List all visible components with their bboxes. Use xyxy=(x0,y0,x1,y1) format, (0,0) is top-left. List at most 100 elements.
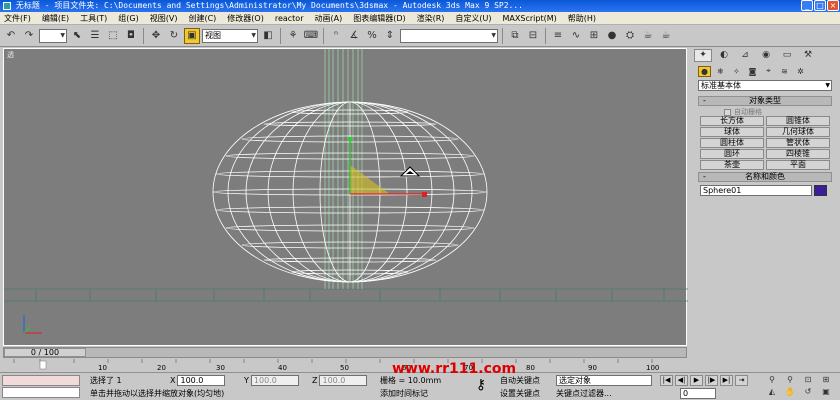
selection-set-dropdown[interactable]: 选定对象 xyxy=(556,375,652,386)
torus-button[interactable]: 圆环 xyxy=(700,149,764,159)
menu-create[interactable]: 创建(C) xyxy=(188,13,216,24)
tube-button[interactable]: 管状体 xyxy=(766,138,830,148)
select-manipulate-icon[interactable]: ⚘ xyxy=(285,28,301,44)
maximize-button[interactable]: □ xyxy=(814,0,826,11)
set-key-button[interactable]: 设置关键点 xyxy=(500,388,540,399)
cameras-icon[interactable]: ◙ xyxy=(746,66,759,77)
rotate-icon[interactable]: ↻ xyxy=(166,28,182,44)
maxscript-listener-top[interactable] xyxy=(2,375,80,386)
zoom-all-icon[interactable]: ⚲ xyxy=(782,375,798,386)
z-field[interactable]: 100.0 xyxy=(319,375,368,386)
mirror-icon[interactable]: ⧉ xyxy=(507,28,523,44)
layer-manager-icon[interactable]: ≡ xyxy=(550,28,566,44)
minimize-button[interactable]: _ xyxy=(801,0,813,11)
go-to-start-icon[interactable]: |◀ xyxy=(660,375,673,386)
quick-render-icon[interactable]: ☕ xyxy=(640,28,656,44)
zoom-extents-all-icon[interactable]: ⊞ xyxy=(818,375,834,386)
menu-tools[interactable]: 工具(T) xyxy=(80,13,107,24)
space-warps-icon[interactable]: ≋ xyxy=(778,66,791,77)
go-to-end-icon[interactable]: ▶| xyxy=(720,375,733,386)
zoom-extents-icon[interactable]: ⊡ xyxy=(800,375,816,386)
time-slider-thumb[interactable]: 0 / 100 xyxy=(4,348,86,357)
current-frame-field[interactable]: 0 xyxy=(680,388,716,399)
menu-edit[interactable]: 编辑(E) xyxy=(42,13,69,24)
modify-tab-icon[interactable]: ◐ xyxy=(715,49,733,62)
move-icon[interactable]: ✥ xyxy=(148,28,164,44)
create-tab-icon[interactable]: ✦ xyxy=(694,48,712,62)
scale-icon[interactable]: ▣ xyxy=(184,27,200,44)
redo-icon[interactable]: ↷ xyxy=(21,28,37,44)
object-color-swatch[interactable] xyxy=(814,185,827,196)
menu-modifiers[interactable]: 修改器(O) xyxy=(227,13,264,24)
hierarchy-tab-icon[interactable]: ⊿ xyxy=(736,49,754,62)
select-by-name-icon[interactable]: ☰ xyxy=(87,28,103,44)
menu-reactor[interactable]: reactor xyxy=(275,14,304,23)
x-field[interactable]: 100.0 xyxy=(177,375,226,386)
spinner-snap-icon[interactable]: ⇕ xyxy=(382,28,398,44)
select-object-icon[interactable]: ⬉ xyxy=(69,28,85,44)
viewport-label[interactable]: 透 xyxy=(7,50,14,60)
scale-gizmo[interactable] xyxy=(348,137,427,197)
track-bar[interactable]: 10 20 30 40 50 60 70 80 90 100 xyxy=(0,359,688,372)
perspective-viewport[interactable]: 透 xyxy=(3,48,688,346)
keyboard-shortcut-icon[interactable]: ⌨ xyxy=(303,28,319,44)
teapot-button[interactable]: 茶壶 xyxy=(700,160,764,170)
cone-button[interactable]: 圆锥体 xyxy=(766,116,830,126)
reference-coordinate-dropdown[interactable]: 视图 xyxy=(202,28,258,43)
menu-animation[interactable]: 动画(A) xyxy=(314,13,342,24)
selection-filter-dropdown[interactable] xyxy=(39,28,67,43)
material-editor-icon[interactable]: ● xyxy=(604,28,620,44)
window-crossing-icon[interactable]: ◘ xyxy=(123,28,139,44)
undo-icon[interactable]: ↶ xyxy=(3,28,19,44)
y-field[interactable]: 100.0 xyxy=(250,375,299,386)
previous-frame-icon[interactable]: ◀| xyxy=(675,375,688,386)
play-icon[interactable]: ▶ xyxy=(690,375,703,386)
utilities-tab-icon[interactable]: ⚒ xyxy=(799,49,817,62)
angle-snap-icon[interactable]: ∡ xyxy=(346,28,362,44)
orbit-icon[interactable]: ↺ xyxy=(800,387,816,398)
time-slider[interactable]: 0 / 100 xyxy=(3,347,687,358)
menu-customize[interactable]: 自定义(U) xyxy=(455,13,491,24)
object-type-rollout[interactable]: - 对象类型 xyxy=(698,96,832,106)
motion-tab-icon[interactable]: ◉ xyxy=(757,49,775,62)
named-selection-dropdown[interactable] xyxy=(400,28,498,43)
geometry-icon[interactable]: ● xyxy=(698,65,711,77)
cylinder-button[interactable]: 圆柱体 xyxy=(700,138,764,148)
plane-button[interactable]: 平面 xyxy=(766,160,830,170)
menu-help[interactable]: 帮助(H) xyxy=(568,13,596,24)
box-button[interactable]: 长方体 xyxy=(700,116,764,126)
curve-editor-icon[interactable]: ∿ xyxy=(568,28,584,44)
menu-graph-editors[interactable]: 图表编辑器(D) xyxy=(353,13,405,24)
snap-toggle-icon[interactable]: ⁿ xyxy=(328,28,344,44)
render-last-icon[interactable]: ☕ xyxy=(658,28,674,44)
close-button[interactable]: × xyxy=(827,0,839,11)
pyramid-button[interactable]: 四棱锥 xyxy=(766,149,830,159)
object-name-field[interactable]: Sphere01 xyxy=(700,185,812,196)
percent-snap-icon[interactable]: % xyxy=(364,28,380,44)
align-icon[interactable]: ⊟ xyxy=(525,28,541,44)
add-time-tag[interactable]: 添加时间标记 xyxy=(380,388,428,399)
systems-icon[interactable]: ✲ xyxy=(794,66,807,77)
menu-views[interactable]: 视图(V) xyxy=(150,13,178,24)
field-of-view-icon[interactable]: ◭ xyxy=(764,387,780,398)
maxscript-listener-bottom[interactable] xyxy=(2,387,80,398)
key-icon[interactable]: ⚷ xyxy=(468,377,494,395)
menu-rendering[interactable]: 渲染(R) xyxy=(417,13,445,24)
zoom-icon[interactable]: ⚲ xyxy=(764,375,780,386)
rect-selection-icon[interactable]: ⬚ xyxy=(105,28,121,44)
primitive-category-dropdown[interactable]: 标准基本体 xyxy=(698,80,832,91)
menu-file[interactable]: 文件(F) xyxy=(4,13,31,24)
menu-group[interactable]: 组(G) xyxy=(118,13,138,24)
shapes-icon[interactable]: ❄ xyxy=(714,66,727,77)
pan-icon[interactable]: ✋ xyxy=(782,387,798,398)
pivot-center-icon[interactable]: ◧ xyxy=(260,28,276,44)
key-filters-button[interactable]: 关键点过滤器... xyxy=(556,388,612,399)
schematic-view-icon[interactable]: ⊞ xyxy=(586,28,602,44)
sphere-button[interactable]: 球体 xyxy=(700,127,764,137)
name-color-rollout[interactable]: - 名称和颜色 xyxy=(698,172,832,182)
render-scene-icon[interactable]: ⛭ xyxy=(622,28,638,44)
display-tab-icon[interactable]: ▭ xyxy=(778,49,796,62)
key-mode-icon[interactable]: ⇥ xyxy=(735,375,748,386)
menu-maxscript[interactable]: MAXScript(M) xyxy=(503,14,557,23)
next-frame-icon[interactable]: |▶ xyxy=(705,375,718,386)
